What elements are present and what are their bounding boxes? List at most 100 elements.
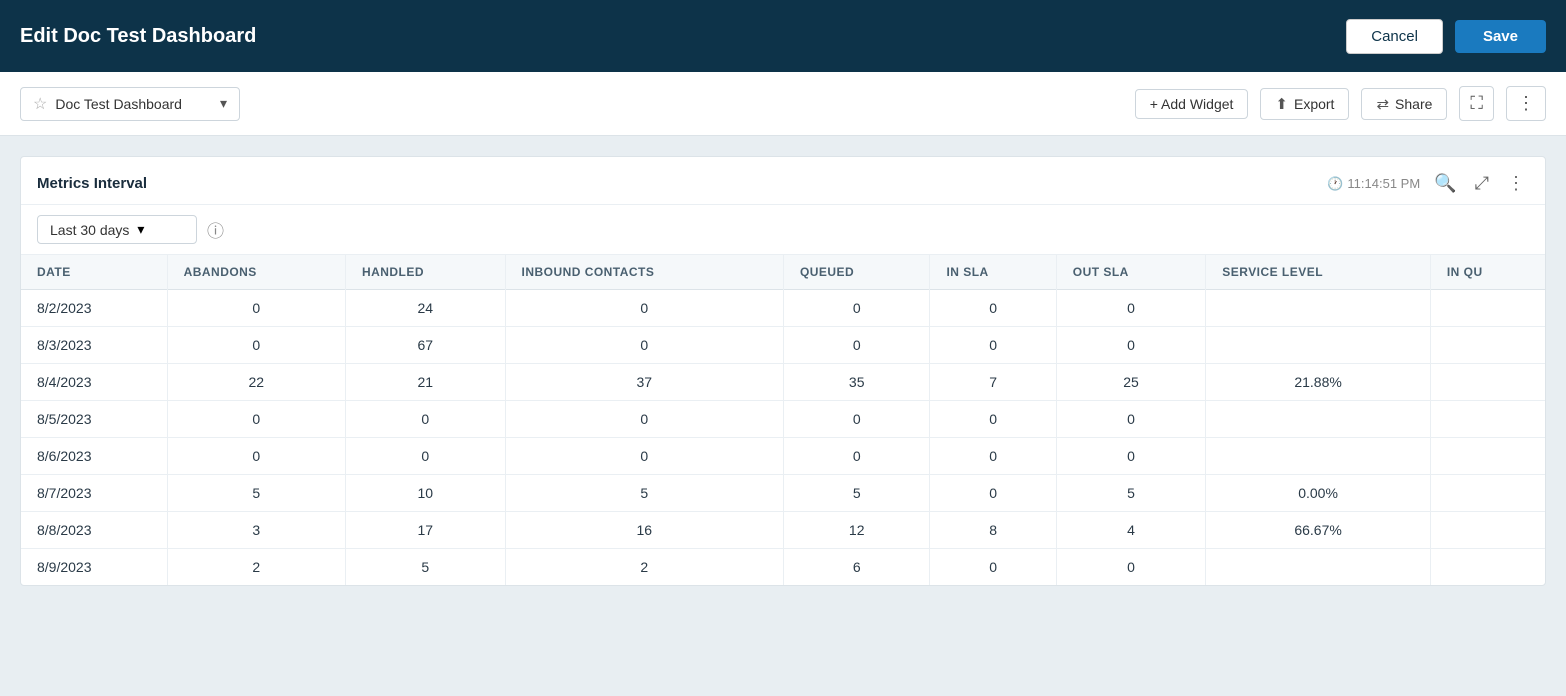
table-cell: 3	[167, 512, 345, 549]
table-cell: 0	[930, 549, 1056, 586]
table-cell: 5	[505, 475, 783, 512]
table-cell: 22	[167, 364, 345, 401]
add-widget-label: + Add Widget	[1150, 96, 1234, 112]
date-range-selector[interactable]: Last 30 days ▾	[37, 215, 197, 244]
content-area: Metrics Interval 🕐 11:14:51 PM 🔍 ⤢ ⋮ Las…	[0, 136, 1566, 606]
share-icon: ⇄	[1376, 95, 1389, 113]
table-cell: 8/4/2023	[21, 364, 167, 401]
table-cell: 0	[505, 438, 783, 475]
expand-icon-button[interactable]: ⤢	[1471, 171, 1493, 196]
table-cell	[1206, 327, 1431, 364]
table-cell: 0	[167, 290, 345, 327]
timestamp-value: 11:14:51 PM	[1347, 176, 1420, 191]
table-cell: 0	[930, 401, 1056, 438]
table-cell: 21	[345, 364, 505, 401]
widget-title: Metrics Interval	[37, 175, 147, 192]
widget-header: Metrics Interval 🕐 11:14:51 PM 🔍 ⤢ ⋮	[21, 157, 1545, 205]
col-inbound-contacts: INBOUND CONTACTS	[505, 255, 783, 290]
filter-row: Last 30 days ▾ ⓘ	[21, 205, 1545, 255]
table-cell: 8/6/2023	[21, 438, 167, 475]
table-row: 8/2/20230240000	[21, 290, 1545, 327]
fullscreen-button[interactable]: ⛶	[1459, 86, 1494, 121]
info-icon[interactable]: ⓘ	[207, 217, 224, 242]
table-cell: 0	[1056, 438, 1206, 475]
more-options-button[interactable]: ⋮	[1506, 86, 1546, 121]
table-cell: 0	[167, 327, 345, 364]
table-cell	[1430, 327, 1545, 364]
table-cell: 8/2/2023	[21, 290, 167, 327]
table-cell: 2	[167, 549, 345, 586]
export-label: Export	[1294, 96, 1334, 112]
table-cell: 0	[1056, 401, 1206, 438]
table-cell: 0	[783, 327, 930, 364]
table-row: 8/7/202351055050.00%	[21, 475, 1545, 512]
table-cell	[1206, 401, 1431, 438]
table-cell: 0	[930, 475, 1056, 512]
table-cell	[1430, 364, 1545, 401]
table-cell	[1430, 512, 1545, 549]
table-body: 8/2/202302400008/3/202306700008/4/202322…	[21, 290, 1545, 586]
table-cell: 37	[505, 364, 783, 401]
table-cell: 6	[783, 549, 930, 586]
table-cell	[1430, 475, 1545, 512]
page-title: Edit Doc Test Dashboard	[20, 25, 256, 48]
table-cell: 0	[167, 401, 345, 438]
metrics-widget-card: Metrics Interval 🕐 11:14:51 PM 🔍 ⤢ ⋮ Las…	[20, 156, 1546, 586]
widget-more-button[interactable]: ⋮	[1503, 171, 1529, 196]
table-row: 8/4/20232221373572521.88%	[21, 364, 1545, 401]
table-cell: 17	[345, 512, 505, 549]
table-cell: 0	[1056, 327, 1206, 364]
table-cell	[1206, 549, 1431, 586]
share-button[interactable]: ⇄ Share	[1361, 88, 1447, 120]
table-cell: 12	[783, 512, 930, 549]
add-widget-button[interactable]: + Add Widget	[1135, 89, 1249, 119]
fullscreen-icon: ⛶	[1470, 93, 1483, 113]
export-icon: ⬆	[1275, 95, 1288, 113]
table-cell: 0	[505, 327, 783, 364]
table-cell: 0	[167, 438, 345, 475]
table-cell	[1206, 290, 1431, 327]
table-cell: 0	[783, 290, 930, 327]
table-cell: 67	[345, 327, 505, 364]
table-cell: 8	[930, 512, 1056, 549]
save-button[interactable]: Save	[1455, 20, 1546, 53]
table-cell: 8/9/2023	[21, 549, 167, 586]
table-cell: 0	[783, 401, 930, 438]
table-cell: 8/5/2023	[21, 401, 167, 438]
cancel-button[interactable]: Cancel	[1346, 19, 1443, 54]
metrics-table-wrapper: DATE ABANDONS HANDLED INBOUND CONTACTS Q…	[21, 255, 1545, 585]
table-cell	[1430, 549, 1545, 586]
star-icon: ☆	[33, 94, 47, 114]
table-cell: 7	[930, 364, 1056, 401]
table-row: 8/6/2023000000	[21, 438, 1545, 475]
table-cell: 0	[345, 438, 505, 475]
table-cell: 0	[505, 290, 783, 327]
table-cell	[1430, 290, 1545, 327]
dashboard-selector[interactable]: ☆ Doc Test Dashboard ▾	[20, 87, 240, 121]
widget-timestamp: 🕐 11:14:51 PM	[1327, 176, 1420, 192]
table-cell: 10	[345, 475, 505, 512]
more-options-icon: ⋮	[1517, 93, 1535, 113]
table-cell: 0	[345, 401, 505, 438]
chevron-down-icon: ▾	[220, 95, 227, 112]
table-cell: 0	[505, 401, 783, 438]
search-icon-button[interactable]: 🔍	[1430, 171, 1460, 196]
table-row: 8/8/202331716128466.67%	[21, 512, 1545, 549]
table-cell: 0	[783, 438, 930, 475]
table-cell: 16	[505, 512, 783, 549]
table-cell: 0	[930, 290, 1056, 327]
table-cell: 25	[1056, 364, 1206, 401]
col-handled: HANDLED	[345, 255, 505, 290]
col-in-qu: IN QU	[1430, 255, 1545, 290]
table-cell: 24	[345, 290, 505, 327]
table-cell: 0.00%	[1206, 475, 1431, 512]
col-out-sla: OUT SLA	[1056, 255, 1206, 290]
table-cell: 8/8/2023	[21, 512, 167, 549]
clock-icon: 🕐	[1327, 176, 1343, 192]
table-cell: 21.88%	[1206, 364, 1431, 401]
table-cell: 66.67%	[1206, 512, 1431, 549]
table-cell: 0	[1056, 290, 1206, 327]
export-button[interactable]: ⬆ Export	[1260, 88, 1349, 120]
col-date: DATE	[21, 255, 167, 290]
col-service-level: SERVICE LEVEL	[1206, 255, 1431, 290]
